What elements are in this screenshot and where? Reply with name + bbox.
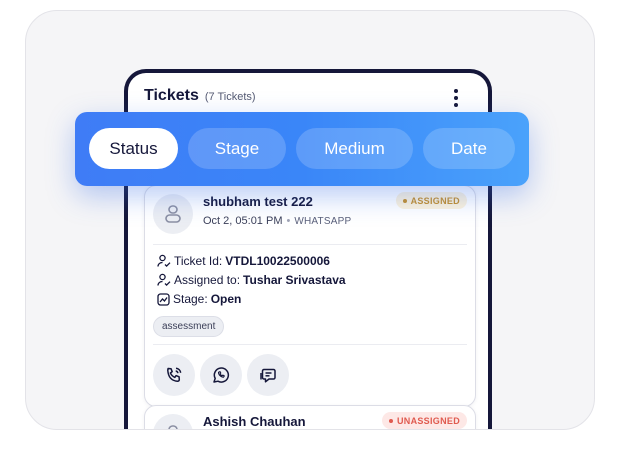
filter-bar: Status Stage Medium Date xyxy=(75,112,529,186)
stage-value: Open xyxy=(210,292,242,306)
ticket-tag[interactable]: assessment xyxy=(153,316,225,337)
more-options-icon[interactable] xyxy=(452,89,460,107)
status-badge: ASSIGNED xyxy=(395,192,467,209)
chat-icon xyxy=(260,368,276,383)
divider xyxy=(153,244,467,245)
status-badge-label: ASSIGNED xyxy=(410,195,460,206)
user-icon xyxy=(165,205,181,223)
ticket-count: (7 Tickets) xyxy=(204,91,256,103)
ticket-datetime: Oct 2, 05:01 PM xyxy=(203,215,283,227)
whatsapp-icon xyxy=(213,367,230,383)
background-card: Tickets (7 Tickets) shubham test 222 Oct… xyxy=(25,10,595,430)
ticket-medium: WHATSAPP xyxy=(294,215,352,227)
ticket-card[interactable]: shubham test 222 Oct 2, 05:01 PM • WHATS… xyxy=(144,185,476,407)
status-badge-label: UNASSIGNED xyxy=(396,415,460,426)
whatsapp-button[interactable] xyxy=(200,354,242,396)
divider xyxy=(153,344,467,345)
avatar xyxy=(153,414,193,429)
ticket-id-line: Ticket Id: VTDL10022500006 xyxy=(157,254,330,268)
status-badge: UNASSIGNED xyxy=(381,412,467,429)
filter-chip-stage[interactable]: Stage xyxy=(188,128,286,169)
call-icon xyxy=(167,367,182,382)
call-button[interactable] xyxy=(153,354,195,396)
stage-line: Stage: Open xyxy=(157,292,241,306)
ticket-name: shubham test 222 xyxy=(203,194,313,209)
filter-chip-status[interactable]: Status xyxy=(89,128,178,169)
filter-chip-date[interactable]: Date xyxy=(423,128,515,169)
assigned-line: Assigned to: Tushar Srivastava xyxy=(157,273,346,287)
status-dot-icon xyxy=(388,418,393,423)
ticket-name: Ashish Chauhan xyxy=(203,414,306,429)
assigned-value: Tushar Srivastava xyxy=(243,273,346,287)
user-icon xyxy=(168,425,178,429)
status-dot-icon xyxy=(402,198,407,203)
avatar xyxy=(153,194,193,234)
tickets-header: Tickets (7 Tickets) xyxy=(144,87,256,105)
ticket-id-value: VTDL10022500006 xyxy=(225,254,330,268)
user-check-icon xyxy=(157,254,171,268)
ticket-id-label: Ticket Id: xyxy=(174,254,223,268)
meta-separator: • xyxy=(286,215,291,227)
page-title: Tickets xyxy=(144,87,199,104)
ticket-card[interactable]: Ashish Chauhan UNASSIGNED xyxy=(144,405,476,429)
stage-label: Stage: xyxy=(173,292,208,306)
screen: Tickets (7 Tickets) shubham test 222 Oct… xyxy=(0,0,620,470)
chat-button[interactable] xyxy=(247,354,289,396)
user-check-icon xyxy=(157,273,171,287)
ticket-meta: Oct 2, 05:01 PM • WHATSAPP xyxy=(203,215,351,227)
assigned-label: Assigned to: xyxy=(174,273,241,287)
filter-chip-medium[interactable]: Medium xyxy=(296,128,413,169)
stage-chart-icon xyxy=(157,292,170,306)
